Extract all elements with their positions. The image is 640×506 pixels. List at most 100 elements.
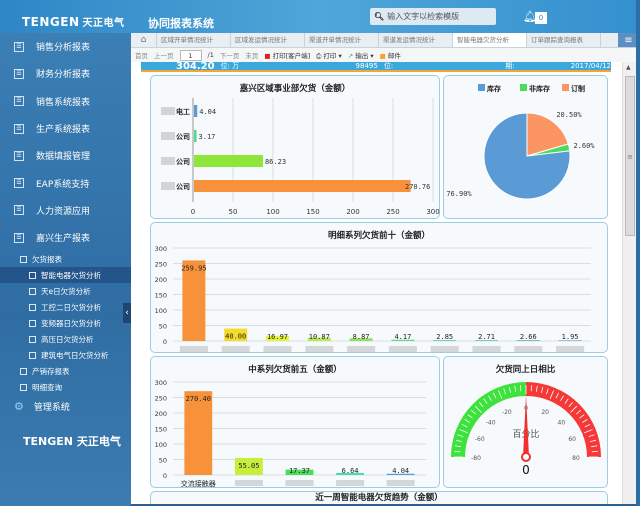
next-page-button[interactable]: 下一页 [220, 50, 240, 60]
sidebar-item-label: 嘉兴生产报表 [36, 234, 91, 245]
blurred-label [386, 480, 415, 486]
notification-badge[interactable]: 0 [535, 12, 547, 24]
report-content: 304.20 (单位: 万元) 98495 (单位: 台) 期: 2017/04/12… [131, 62, 622, 506]
sidebar-item[interactable]: ☰ 嘉兴生产报表 [0, 224, 131, 251]
value-label: 17.37 [289, 467, 310, 475]
gauge-tick-label: -20 [502, 409, 512, 416]
bar[interactable] [194, 180, 411, 192]
tab[interactable]: 区域发运情况统计 [231, 33, 305, 47]
bar[interactable] [194, 155, 263, 167]
prev-page-button[interactable]: 上一页 [154, 50, 174, 60]
gauge-tick-label: 60 [568, 436, 576, 443]
tab[interactable]: 区域开单情况统计 [157, 33, 231, 47]
print-client-button[interactable]: ■ 打印[客户端] [264, 50, 310, 60]
legend-label: 非库存 [529, 84, 550, 93]
sidebar-collapse-button[interactable]: ‹ [123, 303, 131, 323]
print-client-label: 打印[客户端] [272, 52, 311, 60]
sidebar-subitem[interactable]: 变频器日欠货分析 [0, 315, 131, 331]
gauge-tick-label: 40 [558, 420, 566, 427]
chart-icon [29, 319, 36, 327]
sidebar-subitem-label: 工控二日欠货分析 [41, 302, 101, 312]
sidebar-item[interactable]: ☰ 销售系统报表 [0, 88, 131, 115]
sidebar-item[interactable]: ☰ 人力资源应用 [0, 197, 131, 224]
report-icon: ☰ [14, 150, 24, 161]
sidebar-subitem[interactable]: 天e日欠货分析 [0, 283, 131, 299]
y-tick-label: 300 [155, 245, 167, 253]
print-button[interactable]: ⎙ 打印 ▾ [316, 50, 342, 61]
sidebar-item[interactable]: ☰ 生产系统报表 [0, 115, 131, 142]
bar[interactable] [184, 391, 213, 475]
sidebar-subitem[interactable]: 工控二日欠货分析 [0, 299, 131, 315]
blurred-label [285, 480, 314, 486]
search-input[interactable]: 🔍︎ 输入文字以检索模版 [370, 8, 496, 25]
sidebar-subitem[interactable]: 智能电器欠货分析 [0, 267, 131, 284]
value-label: 270.40 [186, 395, 211, 403]
page-total: /1 [207, 51, 214, 59]
bar[interactable] [194, 130, 197, 142]
last-page-button[interactable]: 末页 [245, 50, 258, 60]
sidebar-subitem[interactable]: 建筑电气日欠货分析 [0, 347, 131, 363]
tab[interactable]: 渠道开单情况统计 [305, 33, 379, 47]
sidebar-item-admin[interactable]: ⚙ 管理系统 [0, 395, 131, 417]
y-tick-label: 300 [155, 379, 167, 387]
sidebar-group-backorder[interactable]: 欠货报表 [0, 251, 131, 267]
logo-cn: 天正电气 [82, 18, 125, 29]
blurred-label [161, 157, 175, 165]
sidebar-subitem[interactable]: 高压日欠货分析 [0, 331, 131, 347]
bar[interactable] [182, 260, 206, 341]
scrollbar-thumb[interactable]: ≡ [625, 76, 635, 236]
sidebar-group[interactable]: 产销存报表 [0, 363, 131, 379]
sidebar-subitem-label: 天e日欠货分析 [41, 286, 91, 296]
tab-bar: ⌂ 区域开单情况统计 区域发运情况统计 渠道开单情况统计 渠道发运情况统计 智能电器欠货… [131, 33, 640, 48]
sidebar-subitem-label: 建筑电气日欠货分析 [41, 350, 109, 360]
region-backorder-panel: 嘉兴区域事业部欠货（金额） 0 50 100 150 200 250 300 电工 4.04 公司 3… [150, 75, 440, 219]
page-input[interactable]: 1 [179, 49, 202, 61]
gauge-tick-label: 80 [572, 455, 580, 462]
chart-svg: 0 50 100 150 200 250 300 259.95 40.00 16.97 10.87 8… [155, 245, 591, 352]
tab[interactable]: 订单跟踪查询报表 [527, 33, 601, 47]
export-button[interactable]: ↗ 输出 ▾ [348, 50, 374, 60]
report-icon: ☰ [14, 68, 24, 79]
value-label: 86.23 [265, 158, 286, 166]
mail-button[interactable]: ■ 邮件 [380, 50, 401, 60]
printer-icon: ⎙ [316, 51, 322, 60]
chart-icon [29, 271, 36, 279]
blurred-label [347, 346, 376, 352]
value-label: 4.04 [392, 467, 409, 475]
sidebar-group-label: 明细查询 [32, 382, 62, 392]
sidebar-item[interactable]: ☰ 数据填报管理 [0, 142, 131, 169]
tab[interactable]: 渠道发运情况统计 [379, 33, 453, 47]
blurred-label [161, 107, 175, 115]
value-label: 1.95 [562, 333, 579, 341]
sidebar-item[interactable]: ☰ 财务分析报表 [0, 60, 131, 87]
sidebar-item-label: 人力资源应用 [36, 206, 91, 217]
home-tab-icon[interactable]: ⌂ [131, 33, 157, 47]
sidebar-item-label: 财务分析报表 [36, 70, 91, 81]
window-edge [636, 0, 640, 506]
gear-icon: ⚙ [14, 399, 24, 413]
sidebar-group[interactable]: 明细查询 [0, 379, 131, 395]
x-tick-label: 100 [266, 208, 279, 216]
sidebar-item-label: 数据填报管理 [36, 152, 91, 163]
group-label: 欠货报表 [32, 254, 62, 264]
stock-pie-panel: 库存 非库存 订制 20.50% 2.60% 76.90% [443, 75, 608, 219]
x-tick-label: 200 [346, 208, 359, 216]
blurred-label [221, 346, 250, 352]
first-page-button[interactable]: 首页 [135, 50, 148, 60]
scroll-up-icon[interactable]: ▲ [626, 64, 631, 71]
tab[interactable]: 智能电器欠货分析 [453, 33, 527, 47]
print-label: 打印 [323, 51, 337, 60]
pdf-icon: ■ [264, 52, 271, 60]
slice-label: 76.90% [446, 190, 472, 198]
vertical-scrollbar[interactable]: ▲ ≡ [622, 62, 636, 506]
value-label: 16.97 [267, 333, 288, 341]
y-tick-label: 250 [155, 395, 167, 403]
sidebar-item[interactable]: ☰ 销售分析报表 [0, 33, 131, 60]
blurred-label [472, 346, 501, 352]
x-tick-label: 250 [386, 208, 399, 216]
value-label: 2.85 [436, 333, 453, 341]
value-label: 2.71 [478, 333, 495, 341]
sidebar-item[interactable]: ☰ EAP系统支持 [0, 169, 131, 196]
report-icon: ☰ [14, 205, 24, 216]
bar[interactable] [194, 105, 198, 117]
